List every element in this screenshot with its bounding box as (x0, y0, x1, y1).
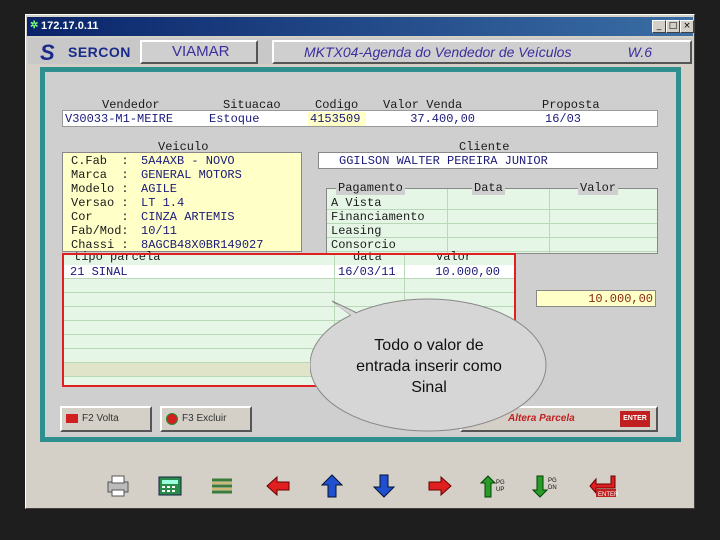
pgdn-icon[interactable]: PG DN (530, 472, 558, 500)
cliente-row: GGILSON WALTER PEREIRA JUNIOR (318, 152, 658, 169)
veiculo-label: Modelo : (71, 182, 129, 196)
pagamento-panel: A Vista Financiamento Leasing Consorcio (326, 188, 658, 254)
sercon-logo-icon: S (40, 40, 55, 65)
maximize-button[interactable]: □ (666, 20, 680, 33)
pgup-icon[interactable]: PG UP (478, 472, 506, 500)
valor-header: Valor (578, 181, 619, 195)
situacao-field[interactable]: Estoque (207, 112, 305, 126)
veiculo-label: Fab/Mod: (71, 224, 129, 238)
veiculo-label: C.Fab : (71, 154, 129, 168)
proposta-field[interactable]: 16/03 (543, 112, 657, 126)
excluir-button[interactable]: F3 Excluir (160, 406, 252, 432)
pagamento-type[interactable]: Leasing (329, 224, 381, 238)
veiculo-value: CINZA ARTEMIS (141, 210, 235, 224)
excluir-label: F3 Excluir (182, 413, 227, 424)
minimize-button[interactable]: _ (652, 20, 666, 33)
arrow-left-icon (66, 414, 78, 423)
veiculo-value: GENERAL MOTORS (141, 168, 242, 182)
svg-text:PG: PG (496, 480, 505, 486)
app-icon: ✲ (30, 20, 39, 31)
window-title: 172.17.0.11 (41, 20, 99, 32)
arrow-left-icon[interactable] (264, 472, 292, 500)
data-header: Data (472, 181, 505, 195)
arrow-down-icon[interactable] (370, 472, 398, 500)
pagamento-type[interactable]: A Vista (329, 196, 381, 210)
codigo-field[interactable]: 4153509 (308, 112, 366, 126)
version-label: W.6 (627, 44, 652, 60)
enter-icon: ENTER (620, 411, 650, 427)
pagamento-total-field: 10.000,00 (536, 290, 656, 307)
printer-icon[interactable] (104, 472, 132, 500)
veiculo-panel: C.Fab : 5A4AXB - NOVO Marca : GENERAL MO… (62, 152, 302, 252)
veiculo-value: 10/11 (141, 224, 178, 238)
brand-name: SERCON (68, 44, 131, 60)
veiculo-label: Versao : (71, 196, 129, 210)
close-button[interactable]: × (680, 20, 694, 33)
list-icon[interactable] (208, 472, 236, 500)
svg-text:UP: UP (496, 487, 504, 493)
arrow-right-icon[interactable] (426, 472, 454, 500)
vendedor-field[interactable]: V30033-M1-MEIRE (63, 112, 203, 126)
title-bar: ✲ 172.17.0.11 (27, 17, 693, 36)
veiculo-value: LT 1.4 (141, 196, 185, 210)
svg-text:DN: DN (548, 485, 557, 491)
pagamento-total: 10.000,00 (588, 292, 653, 306)
volta-label: F2 Volta (82, 413, 119, 424)
svg-text:PG: PG (548, 478, 557, 484)
callout-text: Todo o valor de entrada inserir como Sin… (356, 337, 502, 396)
arrow-up-icon[interactable] (318, 472, 346, 500)
valor-venda-field[interactable]: 37.400,00 (369, 112, 519, 126)
veiculo-value: AGILE (141, 182, 178, 196)
screen-title: MKTX04-Agenda do Vendedor de Veículos W.… (272, 40, 692, 64)
cliente-name-field[interactable]: GGILSON WALTER PEREIRA JUNIOR (337, 154, 548, 168)
calculator-icon[interactable] (156, 472, 184, 500)
screen-title-text: MKTX04-Agenda do Vendedor de Veículos (304, 44, 572, 60)
company-field: VIAMAR (140, 40, 258, 64)
volta-button[interactable]: F2 Volta (60, 406, 152, 432)
top-fields-row: V30033-M1-MEIRE Estoque 4153509 37.400,0… (62, 110, 658, 127)
delete-icon (166, 413, 178, 425)
veiculo-value: 5A4AXB - NOVO (141, 154, 235, 168)
pagamento-header: Pagamento (336, 181, 405, 195)
veiculo-label: Marca : (71, 168, 129, 182)
enter-icon[interactable]: ENTER (588, 472, 619, 500)
svg-text:ENTER: ENTER (598, 492, 618, 498)
veiculo-label: Cor : (71, 210, 129, 224)
pagamento-type[interactable]: Financiamento (329, 210, 425, 224)
